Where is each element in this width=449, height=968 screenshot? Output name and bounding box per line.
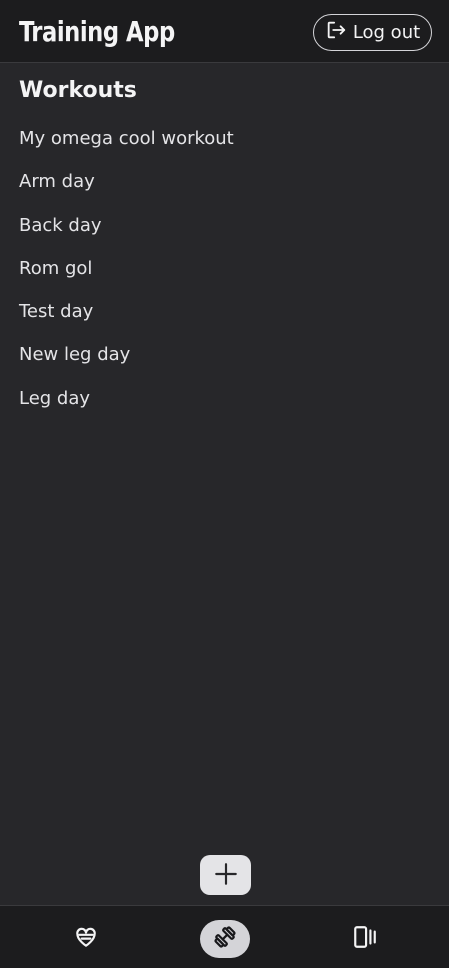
heart-icon	[73, 924, 99, 954]
add-workout-button[interactable]	[200, 855, 251, 895]
app-header: Training App Log out	[0, 0, 449, 63]
app-title: Training App	[19, 15, 175, 48]
logout-button[interactable]: Log out	[313, 14, 432, 51]
nav-health[interactable]	[61, 920, 111, 958]
workout-item[interactable]: Leg day	[19, 384, 234, 427]
plus-icon	[213, 861, 239, 890]
dumbbell-icon	[212, 924, 238, 954]
logout-label: Log out	[352, 22, 421, 43]
workout-item[interactable]: New leg day	[19, 340, 234, 383]
cards-icon	[352, 924, 378, 954]
workout-item[interactable]: Test day	[19, 297, 234, 340]
nav-cards[interactable]	[340, 920, 390, 958]
workout-item[interactable]: My omega cool workout	[19, 124, 234, 167]
page-title: Workouts	[19, 78, 137, 103]
nav-workouts[interactable]	[200, 920, 250, 958]
logout-icon	[325, 19, 347, 46]
workout-item[interactable]: Arm day	[19, 167, 234, 210]
workout-list: My omega cool workout Arm day Back day R…	[19, 124, 234, 427]
workout-item[interactable]: Back day	[19, 211, 234, 254]
workout-item[interactable]: Rom gol	[19, 254, 234, 297]
bottom-nav	[0, 905, 449, 968]
